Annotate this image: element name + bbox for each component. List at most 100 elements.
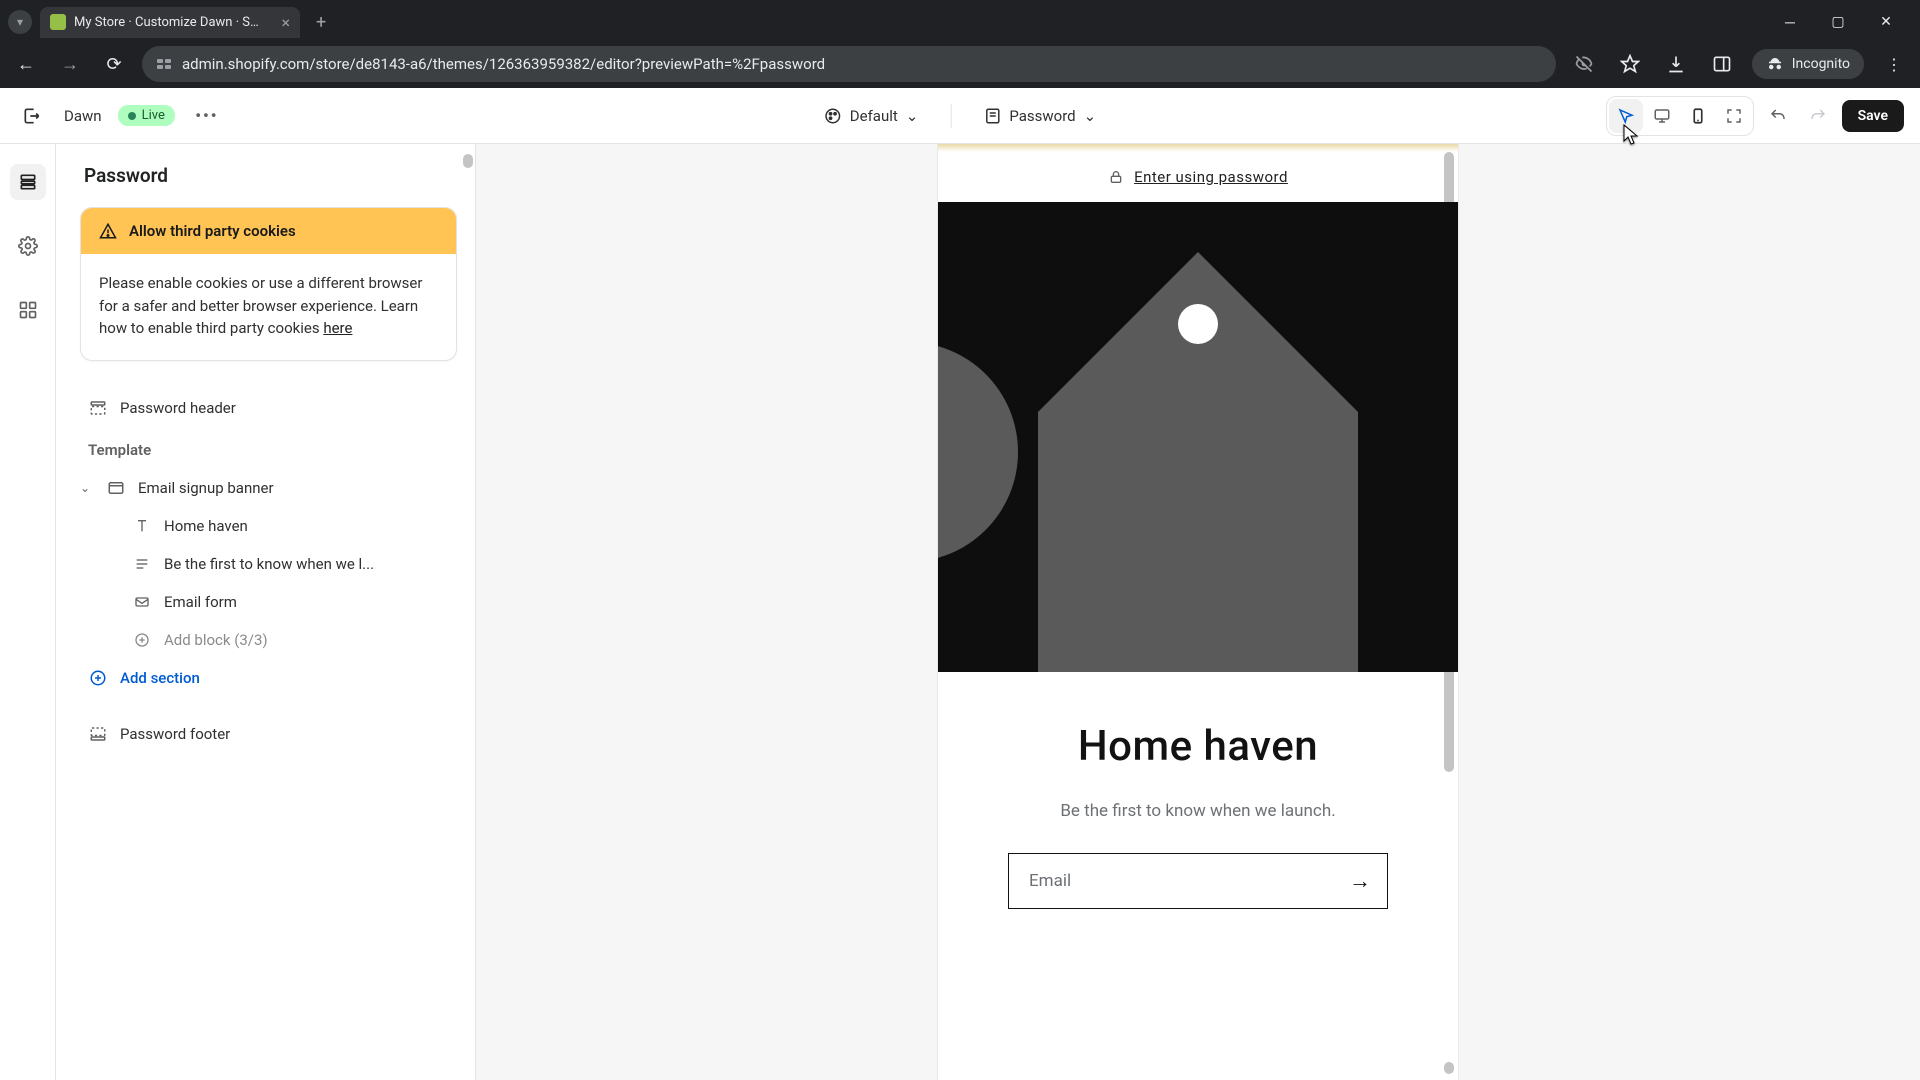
add-circle-icon (132, 632, 152, 648)
tree-password-footer[interactable]: Password footer (80, 715, 457, 753)
hero-image (938, 202, 1458, 672)
url-text: admin.shopify.com/store/de8143-a6/themes… (182, 55, 825, 73)
sidebar-title: Password (80, 164, 457, 187)
new-tab-button[interactable]: + (308, 8, 334, 37)
chevron-down-icon: ⌄ (906, 107, 919, 125)
back-button[interactable]: ← (10, 48, 42, 80)
redo-button (1802, 100, 1834, 132)
enter-password-link[interactable]: Enter using password (1134, 168, 1288, 186)
tree-email-form-block[interactable]: Email form (80, 583, 457, 621)
rail-settings-button[interactable] (10, 228, 46, 264)
preview-canvas: Enter using password Home haven Be the f… (476, 144, 1920, 1080)
rail-apps-button[interactable] (10, 292, 46, 328)
tree-label: Password footer (120, 725, 230, 743)
incognito-label: Incognito (1792, 56, 1850, 72)
site-settings-icon[interactable] (156, 56, 172, 72)
text-block-icon (132, 518, 152, 534)
alert-header: Allow third party cookies (81, 208, 456, 254)
tree-label: Home haven (164, 517, 248, 535)
chevron-down-icon[interactable]: ⌄ (80, 481, 94, 495)
header-section-icon (88, 399, 108, 417)
divider (950, 104, 951, 128)
browser-chrome: ▾ My Store · Customize Dawn · S… × + ─ ▢… (0, 0, 1920, 88)
eye-off-icon[interactable] (1568, 48, 1600, 80)
desktop-preview-button[interactable] (1645, 99, 1679, 133)
address-bar: ← → ⟳ admin.shopify.com/store/de8143-a6/… (0, 40, 1920, 88)
forward-button: → (54, 48, 86, 80)
tree-label: Be the first to know when we l... (164, 555, 374, 573)
more-actions-button[interactable]: ••• (191, 100, 223, 132)
tree-home-haven-block[interactable]: Home haven (80, 507, 457, 545)
live-badge: Live (118, 105, 175, 126)
mobile-preview-frame[interactable]: Enter using password Home haven Be the f… (938, 144, 1458, 1080)
minimize-button[interactable]: ─ (1776, 8, 1804, 36)
bookmark-star-icon[interactable] (1614, 48, 1646, 80)
email-input[interactable]: Email (1009, 871, 1333, 891)
preview-scrollbar-bottom[interactable] (1444, 1062, 1454, 1074)
page-dropdown[interactable]: Password ⌄ (971, 101, 1108, 131)
browser-action-icons: Incognito ⋮ (1568, 48, 1910, 80)
editor-top-bar: Dawn Live ••• Default ⌄ Password ⌄ (0, 88, 1920, 144)
email-signup-form: Email → (1008, 853, 1388, 909)
reload-button[interactable]: ⟳ (98, 48, 130, 80)
tree-template-heading: Template (80, 427, 457, 469)
tree-label: Email form (164, 593, 237, 611)
url-bar[interactable]: admin.shopify.com/store/de8143-a6/themes… (142, 46, 1556, 82)
add-circle-icon (88, 669, 108, 687)
side-panel-icon[interactable] (1706, 48, 1738, 80)
fullscreen-preview-button[interactable] (1717, 99, 1751, 133)
lock-icon (1108, 169, 1124, 185)
tree-add-section[interactable]: Add section (80, 659, 457, 697)
tree-add-block: Add block (3/3) (80, 621, 457, 659)
live-dot-icon (128, 112, 136, 120)
maximize-button[interactable]: ▢ (1824, 8, 1852, 36)
tree-be-first-block[interactable]: Be the first to know when we l... (80, 545, 457, 583)
sidebar-scrollbar[interactable] (463, 154, 473, 168)
theme-name: Dawn (64, 107, 102, 125)
style-dropdown[interactable]: Default ⌄ (812, 101, 931, 131)
close-tab-icon[interactable]: × (281, 13, 290, 32)
incognito-badge[interactable]: Incognito (1752, 49, 1864, 79)
chevron-down-icon: ⌄ (1084, 107, 1097, 125)
tab-search-dropdown[interactable]: ▾ (8, 10, 32, 34)
alert-heading: Allow third party cookies (129, 222, 296, 240)
tab-title: My Store · Customize Dawn · S… (74, 15, 273, 30)
footer-section-icon (88, 725, 108, 743)
tree-email-signup-banner[interactable]: ⌄ Email signup banner (80, 469, 457, 507)
alert-here-link[interactable]: here (323, 319, 352, 337)
editor-body: Password Allow third party cookies Pleas… (0, 144, 1920, 1080)
undo-button[interactable] (1762, 100, 1794, 132)
inspector-button[interactable] (1609, 99, 1643, 133)
right-controls: Save (1606, 96, 1904, 136)
close-window-button[interactable]: ✕ (1872, 8, 1900, 36)
rail-sections-button[interactable] (10, 164, 46, 200)
device-preview-group (1606, 96, 1754, 136)
banner-section-icon (106, 479, 126, 497)
incognito-icon (1766, 55, 1784, 73)
alert-body-text: Please enable cookies or use a different… (99, 274, 422, 337)
shopify-favicon (50, 14, 66, 30)
tree-label: Add section (120, 669, 200, 687)
warning-icon (99, 222, 117, 240)
hero-subtitle: Be the first to know when we launch. (938, 801, 1458, 821)
form-block-icon (132, 594, 152, 610)
style-dropdown-label: Default (850, 107, 898, 125)
preview-top-sliver (938, 144, 1458, 152)
save-button[interactable]: Save (1842, 100, 1904, 132)
page-icon (983, 107, 1001, 125)
browser-tab[interactable]: My Store · Customize Dawn · S… × (40, 7, 300, 38)
enter-password-bar: Enter using password (938, 152, 1458, 202)
sections-sidebar[interactable]: Password Allow third party cookies Pleas… (56, 144, 476, 1080)
center-controls: Default ⌄ Password ⌄ (812, 101, 1108, 131)
tab-bar: ▾ My Store · Customize Dawn · S… × + ─ ▢… (0, 0, 1920, 40)
alert-body: Please enable cookies or use a different… (81, 254, 456, 360)
exit-editor-button[interactable] (16, 100, 48, 132)
email-submit-button[interactable]: → (1333, 854, 1387, 908)
chrome-menu-icon[interactable]: ⋮ (1878, 48, 1910, 80)
paragraph-block-icon (132, 556, 152, 572)
shopify-editor-app: Dawn Live ••• Default ⌄ Password ⌄ (0, 88, 1920, 1080)
left-rail (0, 144, 56, 1080)
tree-password-header[interactable]: Password header (80, 389, 457, 427)
mobile-preview-button[interactable] (1681, 99, 1715, 133)
downloads-icon[interactable] (1660, 48, 1692, 80)
